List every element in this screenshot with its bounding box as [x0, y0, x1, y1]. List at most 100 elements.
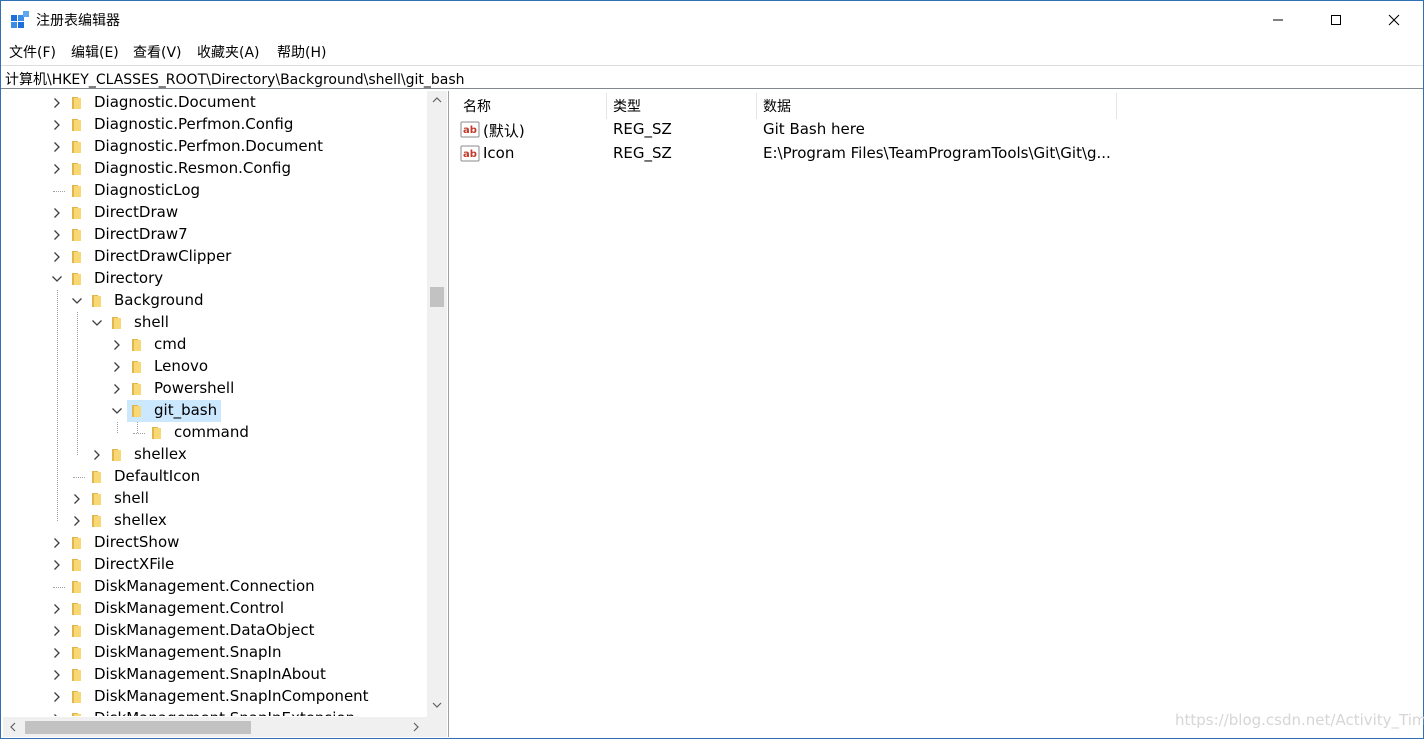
folder-icon [72, 185, 81, 197]
tree-item-label: Powershell [154, 379, 235, 397]
minimize-button[interactable] [1249, 1, 1307, 39]
tree-item[interactable]: cmd [3, 334, 427, 356]
folder-icon [92, 295, 101, 307]
scroll-left-icon[interactable] [8, 721, 18, 733]
scrollbar-corner [427, 717, 447, 737]
address-path[interactable]: 计算机\HKEY_CLASSES_ROOT\Directory\Backgrou… [5, 69, 465, 89]
tree-item[interactable]: DirectDrawClipper [3, 246, 427, 268]
tree-item[interactable]: Lenovo [3, 356, 427, 378]
tree-item[interactable]: shell [3, 312, 427, 334]
tree-item[interactable]: command [3, 422, 427, 444]
tree-guide-line [137, 422, 138, 433]
tree-item-label: cmd [154, 335, 187, 353]
scroll-up-icon[interactable] [431, 95, 443, 105]
tree-item[interactable]: DirectXFile [3, 554, 427, 576]
value-row[interactable]: ab (默认) REG_SZ Git Bash here [455, 118, 1155, 142]
chevron-right-icon[interactable] [51, 207, 63, 219]
tree-item[interactable]: shellex [3, 444, 427, 466]
chevron-right-icon[interactable] [51, 251, 63, 263]
folder-icon [72, 691, 81, 703]
chevron-right-icon[interactable] [51, 97, 63, 109]
tree-item[interactable]: Diagnostic.Perfmon.Config [3, 114, 427, 136]
tree-vertical-scrollbar[interactable] [427, 91, 447, 717]
column-divider[interactable] [1116, 93, 1117, 119]
chevron-right-icon[interactable] [111, 361, 123, 373]
folder-icon [72, 207, 81, 219]
tree-item[interactable]: DiskManagement.SnapInAbout [3, 664, 427, 686]
chevron-right-icon[interactable] [91, 449, 103, 461]
tree-item[interactable]: Diagnostic.Document [3, 92, 427, 114]
tree-item[interactable]: shellex [3, 510, 427, 532]
tree-connector [133, 433, 145, 434]
tree-item[interactable]: DiskManagement.Control [3, 598, 427, 620]
chevron-right-icon[interactable] [51, 691, 63, 703]
tree-item[interactable]: DefaultIcon [3, 466, 427, 488]
tree-item[interactable]: DiskManagement.SnapInExtension [3, 708, 427, 716]
close-button[interactable] [1365, 1, 1423, 39]
tree-item-label: shell [114, 489, 149, 507]
tree-item-label: Directory [94, 269, 164, 287]
chevron-right-icon[interactable] [51, 647, 63, 659]
chevron-right-icon[interactable] [51, 163, 63, 175]
tree-item[interactable]: Diagnostic.Perfmon.Document [3, 136, 427, 158]
value-row[interactable]: ab Icon REG_SZ E:\Program Files\TeamProg… [455, 142, 1155, 166]
minimize-icon [1273, 19, 1283, 21]
tree-item[interactable]: shell [3, 488, 427, 510]
value-name: Icon [483, 144, 515, 162]
menu-help[interactable]: 帮助(H) [277, 42, 326, 62]
column-divider[interactable] [606, 93, 607, 119]
tree-item[interactable]: DirectDraw [3, 202, 427, 224]
tree-item-label: shellex [134, 445, 187, 463]
value-data: E:\Program Files\TeamProgramTools\Git\Gi… [763, 144, 1111, 162]
menu-favorites[interactable]: 收藏夹(A) [197, 42, 260, 62]
tree-item[interactable]: DiagnosticLog [3, 180, 427, 202]
chevron-down-icon[interactable] [111, 405, 123, 417]
chevron-right-icon[interactable] [51, 669, 63, 681]
tree-item[interactable]: DiskManagement.SnapInComponent [3, 686, 427, 708]
tree-item[interactable]: DiskManagement.SnapIn [3, 642, 427, 664]
scroll-down-icon[interactable] [431, 700, 443, 710]
column-divider[interactable] [756, 93, 757, 119]
chevron-down-icon[interactable] [91, 317, 103, 329]
menu-edit[interactable]: 编辑(E) [71, 42, 119, 62]
tree-item-label: DiskManagement.DataObject [94, 621, 315, 639]
tree-item[interactable]: Directory [3, 268, 427, 290]
tree-horizontal-scrollbar[interactable] [3, 717, 427, 737]
chevron-down-icon[interactable] [51, 273, 63, 285]
chevron-right-icon[interactable] [51, 559, 63, 571]
folder-icon [72, 141, 81, 153]
chevron-right-icon[interactable] [71, 515, 83, 527]
tree-item[interactable]: DirectDraw7 [3, 224, 427, 246]
chevron-right-icon[interactable] [51, 141, 63, 153]
tree-item[interactable]: git_bash [3, 400, 427, 422]
chevron-right-icon[interactable] [51, 537, 63, 549]
tree-connector [53, 191, 65, 192]
folder-icon [72, 581, 81, 593]
chevron-down-icon[interactable] [71, 295, 83, 307]
tree-item[interactable]: Background [3, 290, 427, 312]
tree-item[interactable]: DiskManagement.Connection [3, 576, 427, 598]
chevron-right-icon[interactable] [51, 603, 63, 615]
menu-file[interactable]: 文件(F) [9, 42, 56, 62]
chevron-right-icon[interactable] [51, 229, 63, 241]
chevron-right-icon[interactable] [111, 383, 123, 395]
tree-horizontal-scroll-thumb[interactable] [25, 721, 251, 734]
tree-item-label: Diagnostic.Perfmon.Document [94, 137, 323, 155]
tree-item[interactable]: DirectShow [3, 532, 427, 554]
title-bar[interactable]: 注册表编辑器 [1, 1, 1423, 39]
tree-item[interactable]: DiskManagement.DataObject [3, 620, 427, 642]
close-icon [1388, 14, 1400, 26]
tree-item[interactable]: Powershell [3, 378, 427, 400]
value-type: REG_SZ [613, 144, 672, 162]
tree-vertical-scroll-thumb[interactable] [430, 287, 444, 307]
address-bar[interactable]: 计算机\HKEY_CLASSES_ROOT\Directory\Backgrou… [1, 65, 1423, 89]
chevron-right-icon[interactable] [51, 625, 63, 637]
chevron-right-icon[interactable] [71, 493, 83, 505]
tree-item[interactable]: Diagnostic.Resmon.Config [3, 158, 427, 180]
scroll-right-icon[interactable] [411, 721, 421, 733]
maximize-button[interactable] [1307, 1, 1365, 39]
chevron-right-icon[interactable] [51, 119, 63, 131]
menu-view[interactable]: 查看(V) [133, 42, 182, 62]
chevron-right-icon[interactable] [111, 339, 123, 351]
chevron-right-icon[interactable] [51, 713, 63, 716]
